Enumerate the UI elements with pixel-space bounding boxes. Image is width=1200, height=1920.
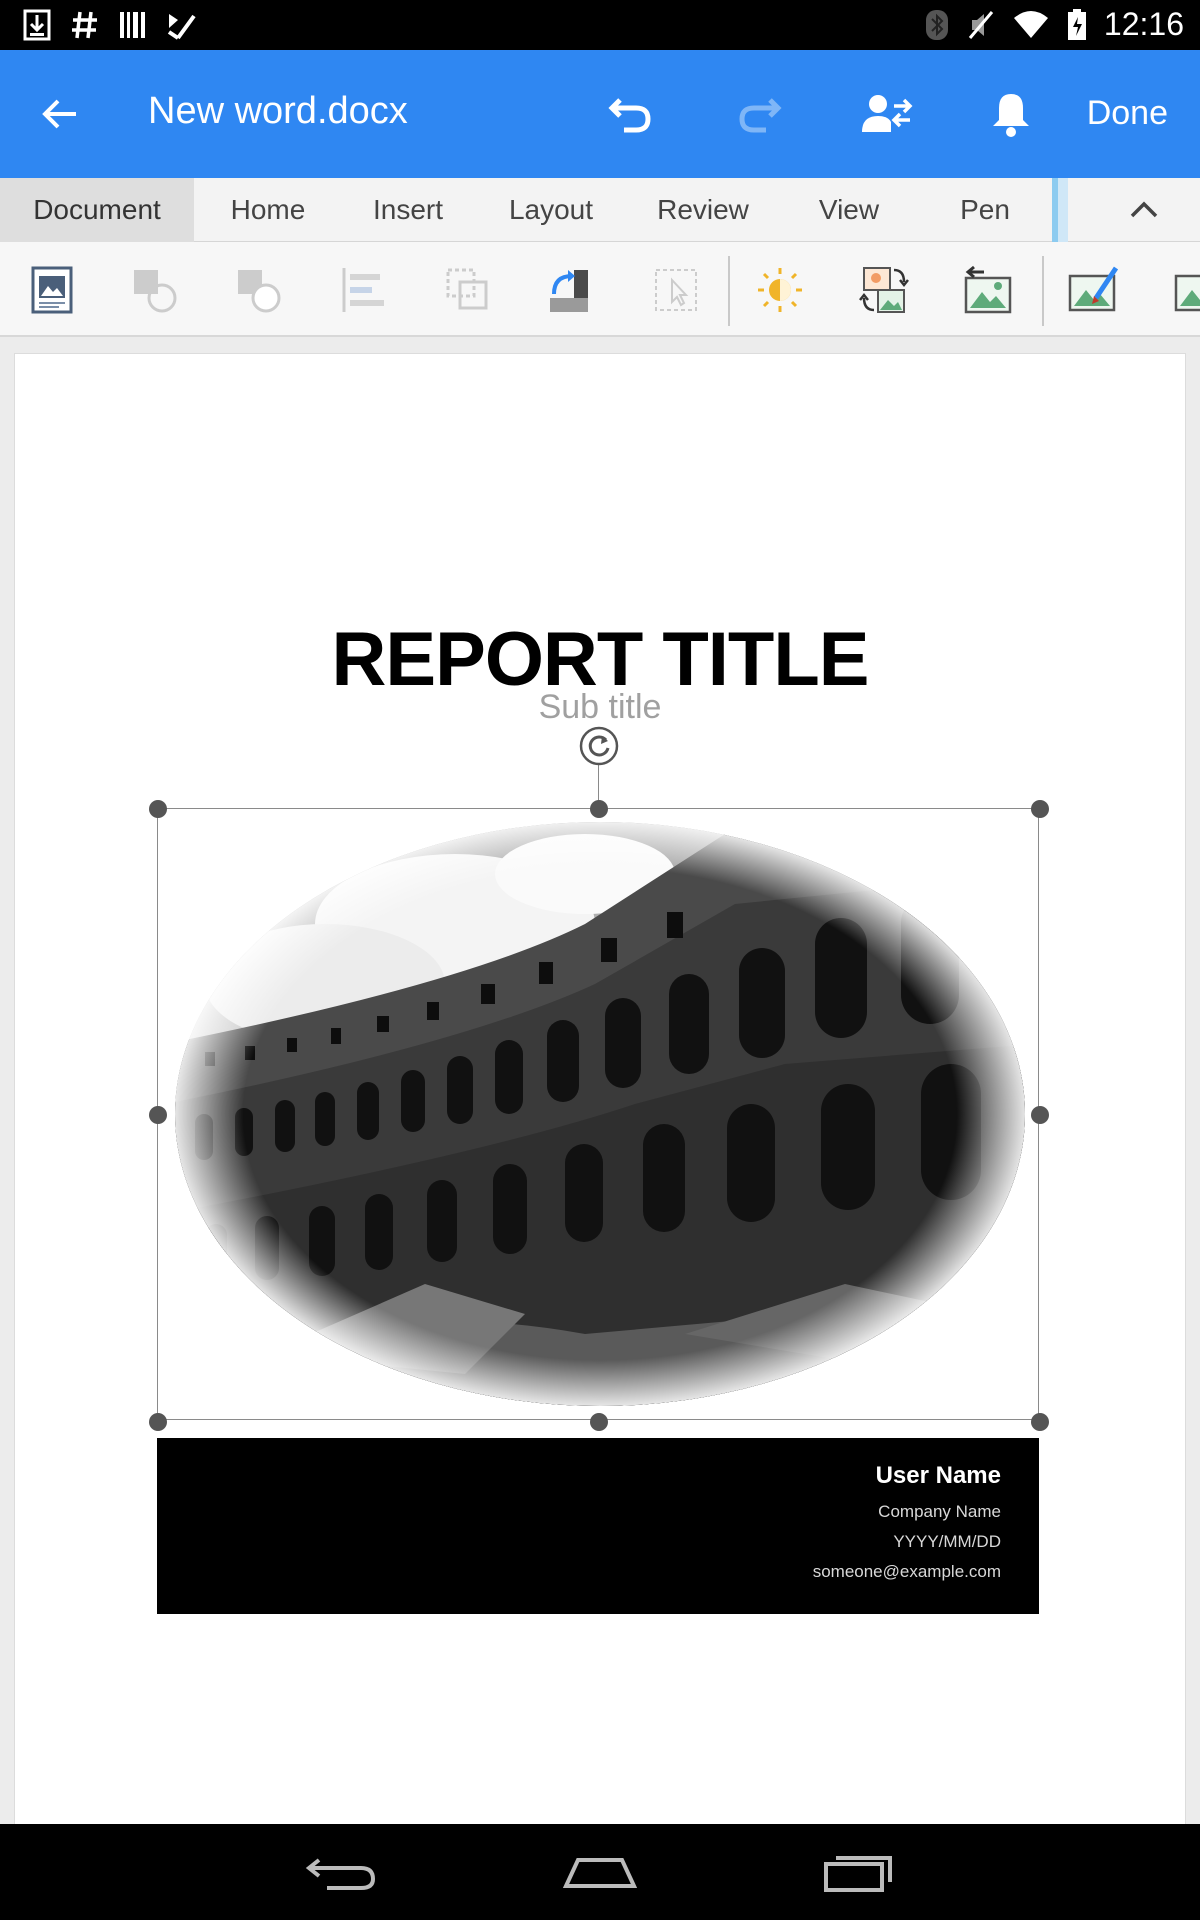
- wifi-icon: [1013, 10, 1048, 38]
- user-name[interactable]: User Name: [876, 1462, 1001, 1490]
- align-icon[interactable]: [336, 262, 392, 318]
- picture-toolbar: [0, 242, 1200, 337]
- send-backward-icon[interactable]: [232, 262, 288, 318]
- tab-home[interactable]: Home: [208, 178, 328, 242]
- tab-view[interactable]: View: [790, 178, 908, 242]
- document-canvas[interactable]: REPORT TITLE Sub title User Name Company…: [0, 337, 1200, 1833]
- home-nav-icon[interactable]: [560, 1846, 640, 1898]
- resize-handle-right[interactable]: [1031, 1106, 1049, 1124]
- system-nav-bar: [0, 1824, 1200, 1920]
- toolbar-separator: [1042, 256, 1044, 326]
- barcode-icon: [120, 12, 145, 38]
- picture-effects-icon[interactable]: [1066, 262, 1122, 318]
- brightness-icon[interactable]: [752, 262, 808, 318]
- resize-handle-left[interactable]: [149, 1106, 167, 1124]
- status-time: 12:16: [1103, 6, 1184, 42]
- bring-forward-icon[interactable]: [128, 262, 184, 318]
- bell-icon[interactable]: [983, 86, 1039, 142]
- tab-layout[interactable]: Layout: [490, 178, 612, 242]
- chevron-up-icon[interactable]: [1124, 190, 1164, 230]
- checklist-icon: [167, 14, 196, 40]
- reset-picture-icon[interactable]: [960, 262, 1016, 318]
- back-nav-icon[interactable]: [303, 1846, 383, 1898]
- download-icon: [23, 9, 51, 41]
- resize-handle-top-left[interactable]: [149, 800, 167, 818]
- hash-icon: [72, 11, 97, 39]
- recents-nav-icon[interactable]: [818, 1846, 898, 1898]
- tab-pen[interactable]: Pen: [930, 178, 1040, 242]
- ribbon-tabs: Document Home Insert Layout Review View …: [0, 178, 1200, 242]
- group-icon[interactable]: [440, 262, 496, 318]
- resize-handle-bottom-left[interactable]: [149, 1413, 167, 1431]
- tab-document[interactable]: Document: [0, 178, 194, 242]
- toolbar-separator: [728, 256, 730, 326]
- tab-scroll-indicator: [1052, 178, 1068, 242]
- resize-handle-top[interactable]: [590, 800, 608, 818]
- document-page[interactable]: REPORT TITLE Sub title User Name Company…: [14, 353, 1186, 1833]
- email-text[interactable]: someone@example.com: [813, 1562, 1001, 1582]
- app-bar: New word.docx Done: [0, 50, 1200, 178]
- select-object-icon[interactable]: [648, 262, 704, 318]
- share-user-icon[interactable]: [858, 86, 914, 142]
- battery-icon: [1067, 8, 1086, 40]
- date-text[interactable]: YYYY/MM/DD: [893, 1532, 1001, 1552]
- author-info-box[interactable]: User Name Company Name YYYY/MM/DD someon…: [157, 1438, 1039, 1614]
- resize-handle-bottom-right[interactable]: [1031, 1413, 1049, 1431]
- rotate-handle-icon[interactable]: [579, 726, 619, 766]
- back-arrow-icon[interactable]: [36, 90, 84, 138]
- resize-handle-bottom[interactable]: [590, 1413, 608, 1431]
- bluetooth-icon: [925, 9, 948, 40]
- status-bar: 12:16: [0, 0, 1200, 50]
- image-selection-frame[interactable]: [157, 808, 1039, 1420]
- redo-icon[interactable]: [730, 86, 786, 142]
- rotate-icon[interactable]: [544, 262, 600, 318]
- company-name[interactable]: Company Name: [878, 1502, 1001, 1522]
- picture-more-icon[interactable]: [1170, 262, 1200, 318]
- undo-icon[interactable]: [604, 86, 660, 142]
- tab-insert[interactable]: Insert: [348, 178, 468, 242]
- document-title: New word.docx: [148, 90, 408, 132]
- change-picture-icon[interactable]: [856, 262, 912, 318]
- picture-style-icon[interactable]: [24, 262, 80, 318]
- mute-icon: [968, 10, 994, 39]
- tab-review[interactable]: Review: [640, 178, 766, 242]
- report-subtitle[interactable]: Sub title: [15, 688, 1185, 727]
- done-button[interactable]: Done: [1087, 94, 1168, 133]
- resize-handle-top-right[interactable]: [1031, 800, 1049, 818]
